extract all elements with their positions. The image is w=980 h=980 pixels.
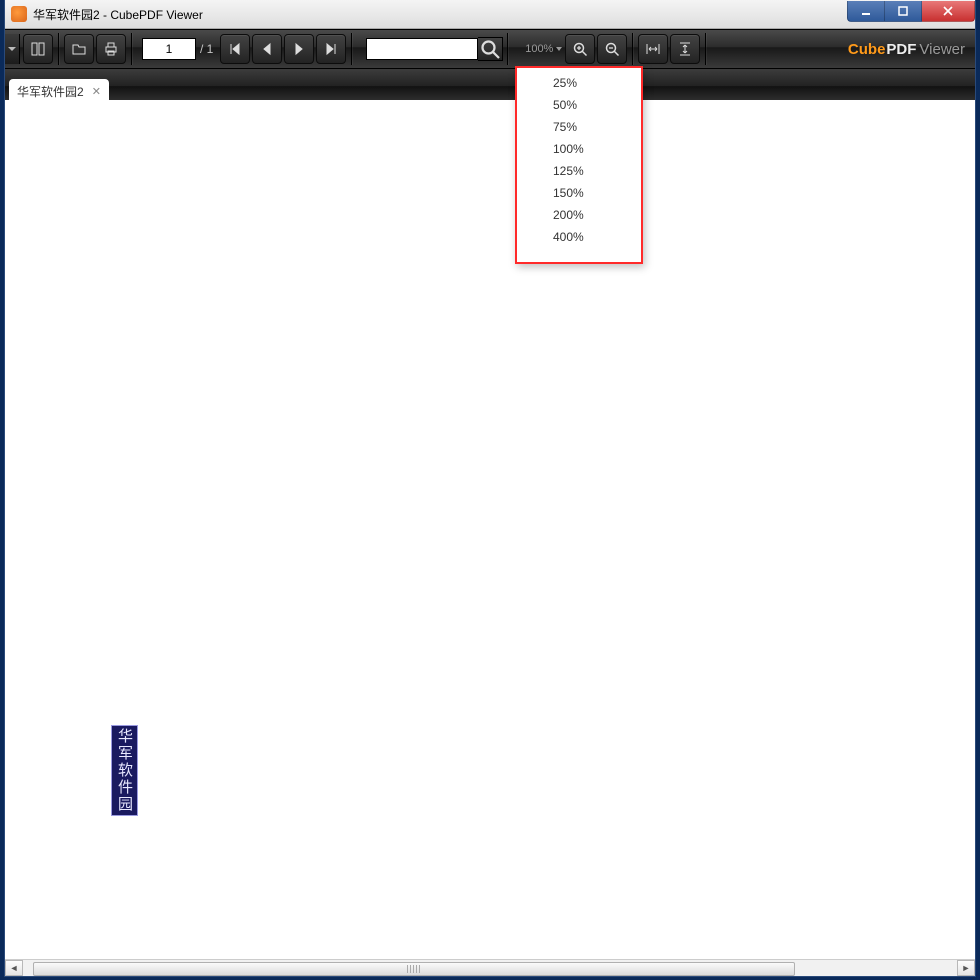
last-page-button[interactable] <box>316 34 346 64</box>
fit-page-button[interactable] <box>670 34 700 64</box>
open-icon <box>71 41 87 57</box>
prev-page-button[interactable] <box>252 34 282 64</box>
last-icon <box>323 41 339 57</box>
search-button[interactable] <box>478 37 503 61</box>
zoom-option[interactable]: 25% <box>517 72 641 94</box>
brand-logo: Cube PDF Viewer <box>848 30 965 68</box>
zoom-out-icon <box>604 41 620 57</box>
scroll-right-button[interactable]: ► <box>957 960 975 976</box>
search-icon <box>478 37 502 61</box>
scroll-track[interactable] <box>23 961 957 975</box>
zoom-current-label: 100% <box>525 43 553 55</box>
toolbar: 1 / 1 100% <box>5 29 975 69</box>
app-window: 华军软件园2 - CubePDF Viewer <box>5 0 975 976</box>
next-icon <box>291 41 307 57</box>
zoom-option[interactable]: 100% <box>517 138 641 160</box>
zoom-option[interactable]: 125% <box>517 160 641 182</box>
minimize-icon <box>860 5 872 17</box>
close-button[interactable] <box>922 1 975 22</box>
zoom-in-button[interactable] <box>565 34 595 64</box>
window-controls <box>847 1 975 21</box>
zoom-option[interactable]: 200% <box>517 204 641 226</box>
page-number-input[interactable]: 1 <box>142 38 196 60</box>
titlebar[interactable]: 华军软件园2 - CubePDF Viewer <box>5 0 975 29</box>
app-icon <box>11 6 27 22</box>
thumbnails-button[interactable] <box>23 34 53 64</box>
tab-close-icon[interactable]: ✕ <box>92 85 101 98</box>
close-icon <box>942 5 954 17</box>
zoom-option[interactable]: 75% <box>517 116 641 138</box>
first-icon <box>227 41 243 57</box>
menu-expand-button[interactable] <box>5 34 20 64</box>
scroll-left-button[interactable]: ◄ <box>5 960 23 976</box>
maximize-button[interactable] <box>885 1 922 22</box>
minimize-button[interactable] <box>847 1 885 22</box>
zoom-in-icon <box>572 41 588 57</box>
next-page-button[interactable] <box>284 34 314 64</box>
document-tabstrip: 华军软件园2 ✕ <box>5 69 975 104</box>
fit-page-icon <box>677 41 693 57</box>
prev-icon <box>259 41 275 57</box>
first-page-button[interactable] <box>220 34 250 64</box>
fit-width-icon <box>645 41 661 57</box>
horizontal-scrollbar[interactable]: ◄ ► <box>5 959 975 976</box>
chevron-down-icon <box>556 47 562 51</box>
tab-label: 华军软件园2 <box>17 83 84 100</box>
document-viewport[interactable]: 华军软件园 <box>5 100 975 960</box>
maximize-icon <box>897 5 909 17</box>
open-button[interactable] <box>64 34 94 64</box>
zoom-option[interactable]: 50% <box>517 94 641 116</box>
grip-icon <box>407 965 421 973</box>
print-icon <box>103 41 119 57</box>
document-text: 华军软件园 <box>111 725 138 816</box>
zoom-option[interactable]: 400% <box>517 226 641 248</box>
fit-width-button[interactable] <box>638 34 668 64</box>
zoom-out-button[interactable] <box>597 34 627 64</box>
zoom-select[interactable]: 100% <box>512 38 564 60</box>
chevron-down-icon <box>8 45 16 53</box>
page-total-label: / 1 <box>200 42 213 56</box>
zoom-option[interactable]: 150% <box>517 182 641 204</box>
print-button[interactable] <box>96 34 126 64</box>
search-input[interactable] <box>366 38 478 60</box>
scroll-thumb[interactable] <box>33 962 795 976</box>
zoom-dropdown: 25% 50% 75% 100% 125% 150% 200% 400% <box>515 66 643 264</box>
pages-icon <box>30 41 46 57</box>
window-title: 华军软件园2 - CubePDF Viewer <box>33 6 203 23</box>
